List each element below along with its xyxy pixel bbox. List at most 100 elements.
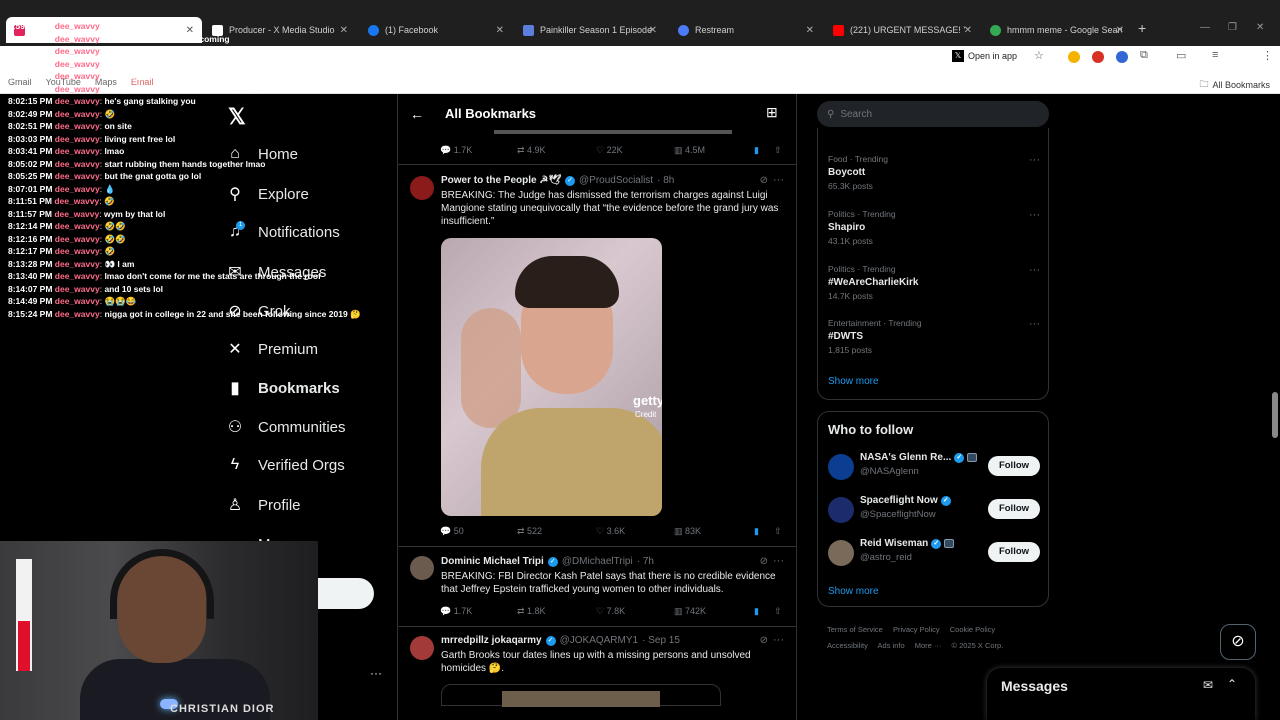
grok-icon[interactable]: ⊘ — [760, 556, 768, 567]
tab-close-icon[interactable]: ✕ — [1116, 25, 1124, 36]
author-handle[interactable]: @DMichaelTripi — [562, 556, 633, 567]
like-count[interactable]: ♡ 22K — [596, 145, 623, 156]
more-options-icon[interactable]: ··· — [773, 634, 784, 646]
trend-item[interactable]: Politics · Trending Shapiro 43.1K posts … — [828, 209, 1040, 246]
browser-tab[interactable]: (221) URGENT MESSAGE! YOU... ✕ — [825, 17, 980, 43]
repost-count[interactable]: ⇄ 4.9K — [517, 145, 546, 156]
footer-link[interactable]: Ads info — [878, 641, 905, 650]
more-options-icon[interactable]: ··· — [1029, 318, 1040, 330]
account-more-icon[interactable]: ··· — [370, 666, 382, 680]
more-options-icon[interactable]: ··· — [773, 174, 784, 186]
messages-dock[interactable]: Messages ✉ ⌃ — [987, 668, 1255, 720]
sidebar-icon[interactable]: ▭ — [1176, 49, 1186, 62]
browser-tab[interactable]: Painkiller Season 1 Episode 1... ✕ — [515, 17, 665, 43]
author-name[interactable]: Dominic Michael Tripi — [441, 556, 544, 567]
more-options-icon[interactable]: ··· — [1029, 154, 1040, 166]
post-button[interactable] — [318, 578, 374, 609]
trend-item[interactable]: Food · Trending Boycott 65.3K posts ··· — [828, 154, 1040, 191]
extension-icon[interactable] — [1092, 51, 1104, 63]
nav-premium[interactable]: ✕ Premium — [226, 339, 318, 359]
grok-floating-button[interactable]: ⊘ — [1220, 624, 1256, 660]
puzzle-icon[interactable]: ⧉ — [1140, 49, 1148, 62]
footer-link[interactable]: More ··· — [915, 641, 942, 650]
open-in-app-button[interactable]: 𝕏 Open in app — [952, 50, 1017, 62]
avatar[interactable] — [828, 454, 854, 480]
all-bookmarks-button[interactable]: 🗀 All Bookmarks — [1199, 77, 1270, 93]
tweet-media[interactable] — [441, 684, 721, 707]
view-count[interactable]: ▥ 4.5M — [674, 145, 705, 156]
trend-item[interactable]: Politics · Trending #WeAreCharlieKirk 14… — [828, 264, 1040, 301]
footer-link[interactable]: Cookie Policy — [950, 625, 995, 634]
repost-count[interactable]: ⇄ 1.8K — [517, 606, 546, 617]
nav-communities[interactable]: ⚇ Communities — [226, 417, 346, 437]
like-count[interactable]: ♡ 3.6K — [596, 526, 625, 537]
star-icon[interactable]: ☆ — [1034, 49, 1044, 62]
avatar[interactable] — [410, 176, 434, 200]
close-window-icon[interactable]: ✕ — [1256, 22, 1264, 33]
tab-close-icon[interactable]: ✕ — [964, 25, 972, 36]
avatar[interactable] — [410, 636, 434, 660]
reply-count[interactable]: 💬 1.7K — [440, 606, 472, 617]
like-count[interactable]: ♡ 7.8K — [596, 606, 625, 617]
follow-suggestion[interactable]: Spaceflight Now ✓ @SpaceflightNow Follow — [828, 495, 1040, 525]
share-icon[interactable]: ⇧ — [774, 606, 782, 617]
new-message-icon[interactable]: ✉ — [1203, 678, 1213, 692]
follow-button[interactable]: Follow — [988, 456, 1040, 476]
follow-suggestion[interactable]: Reid Wiseman ✓ @astro_reid Follow — [828, 538, 1040, 568]
reply-count[interactable]: 💬 50 — [440, 526, 464, 537]
nav-profile[interactable]: ♙ Profile — [226, 495, 301, 515]
grok-icon[interactable]: ⊘ — [760, 175, 768, 186]
minimize-icon[interactable]: — — [1200, 22, 1210, 33]
back-arrow-icon[interactable]: ← — [410, 106, 424, 122]
extension-icon[interactable] — [1068, 51, 1080, 63]
nav-verified-orgs[interactable]: ϟ Verified Orgs — [226, 456, 345, 474]
repost-count[interactable]: ⇄ 522 — [517, 526, 542, 537]
tab-close-icon[interactable]: ✕ — [649, 25, 657, 36]
avatar[interactable] — [828, 497, 854, 523]
share-icon[interactable]: ⇧ — [774, 526, 782, 537]
nav-bookmarks[interactable]: ▮ Bookmarks — [226, 378, 340, 398]
add-bookmark-folder-icon[interactable]: ⊞ — [766, 104, 778, 121]
more-options-icon[interactable]: ··· — [1029, 209, 1040, 221]
tab-close-icon[interactable]: ✕ — [806, 25, 814, 36]
more-options-icon[interactable]: ··· — [1029, 264, 1040, 276]
grok-icon[interactable]: ⊘ — [760, 635, 768, 646]
follow-suggestion[interactable]: NASA's Glenn Re... ✓ @NASAglenn Follow — [828, 452, 1040, 482]
author-handle[interactable]: @JOKAQARMY1 — [560, 635, 639, 646]
page-scrollbar[interactable] — [1272, 392, 1278, 438]
bookmark-icon[interactable]: ▮ — [754, 526, 759, 537]
avatar[interactable] — [828, 540, 854, 566]
bookmark-icon[interactable]: ▮ — [754, 145, 759, 156]
more-options-icon[interactable]: ··· — [773, 555, 784, 567]
show-more-link[interactable]: Show more — [828, 586, 879, 597]
expand-icon[interactable]: ⌃ — [1227, 677, 1237, 691]
follow-button[interactable]: Follow — [988, 542, 1040, 562]
menu-icon[interactable]: ⋮ — [1262, 49, 1273, 62]
footer-link[interactable]: Privacy Policy — [893, 625, 940, 634]
browser-tab[interactable]: Restream ✕ — [670, 17, 822, 43]
new-tab-icon[interactable]: + — [1138, 20, 1146, 36]
show-more-link[interactable]: Show more — [828, 376, 879, 387]
reply-count[interactable]: 💬 1.7K — [440, 145, 472, 156]
follow-button[interactable]: Follow — [988, 499, 1040, 519]
footer-link[interactable]: Accessibility — [827, 641, 868, 650]
view-count[interactable]: ▥ 742K — [674, 606, 706, 617]
avatar[interactable] — [410, 556, 434, 580]
browser-tab[interactable]: hmmm meme - Google Search ✕ — [982, 17, 1132, 43]
extension-icon[interactable] — [1116, 51, 1128, 63]
tab-close-icon[interactable]: ✕ — [496, 25, 504, 36]
author-name[interactable]: mrredpillz jokaqarmy — [441, 635, 542, 646]
media-icon[interactable]: ≡ — [1212, 49, 1218, 61]
footer-link[interactable]: Terms of Service — [827, 625, 883, 634]
view-count[interactable]: ▥ 83K — [674, 526, 701, 537]
author-handle[interactable]: @ProudSocialist — [579, 175, 653, 186]
search-input[interactable]: ⚲ Search — [817, 101, 1049, 127]
author-name[interactable]: Power to the People ☭🕊 — [441, 175, 561, 186]
browser-tab[interactable]: (1) Facebook ✕ — [360, 17, 512, 43]
share-icon[interactable]: ⇧ — [774, 145, 782, 156]
tab-close-icon[interactable]: ✕ — [340, 25, 348, 36]
tweet-photo[interactable]: getty Credit — [441, 238, 662, 516]
trend-item[interactable]: Entertainment · Trending #DWTS 1,815 pos… — [828, 318, 1040, 355]
bookmark-icon[interactable]: ▮ — [754, 606, 759, 617]
maximize-icon[interactable]: ❐ — [1228, 22, 1237, 33]
